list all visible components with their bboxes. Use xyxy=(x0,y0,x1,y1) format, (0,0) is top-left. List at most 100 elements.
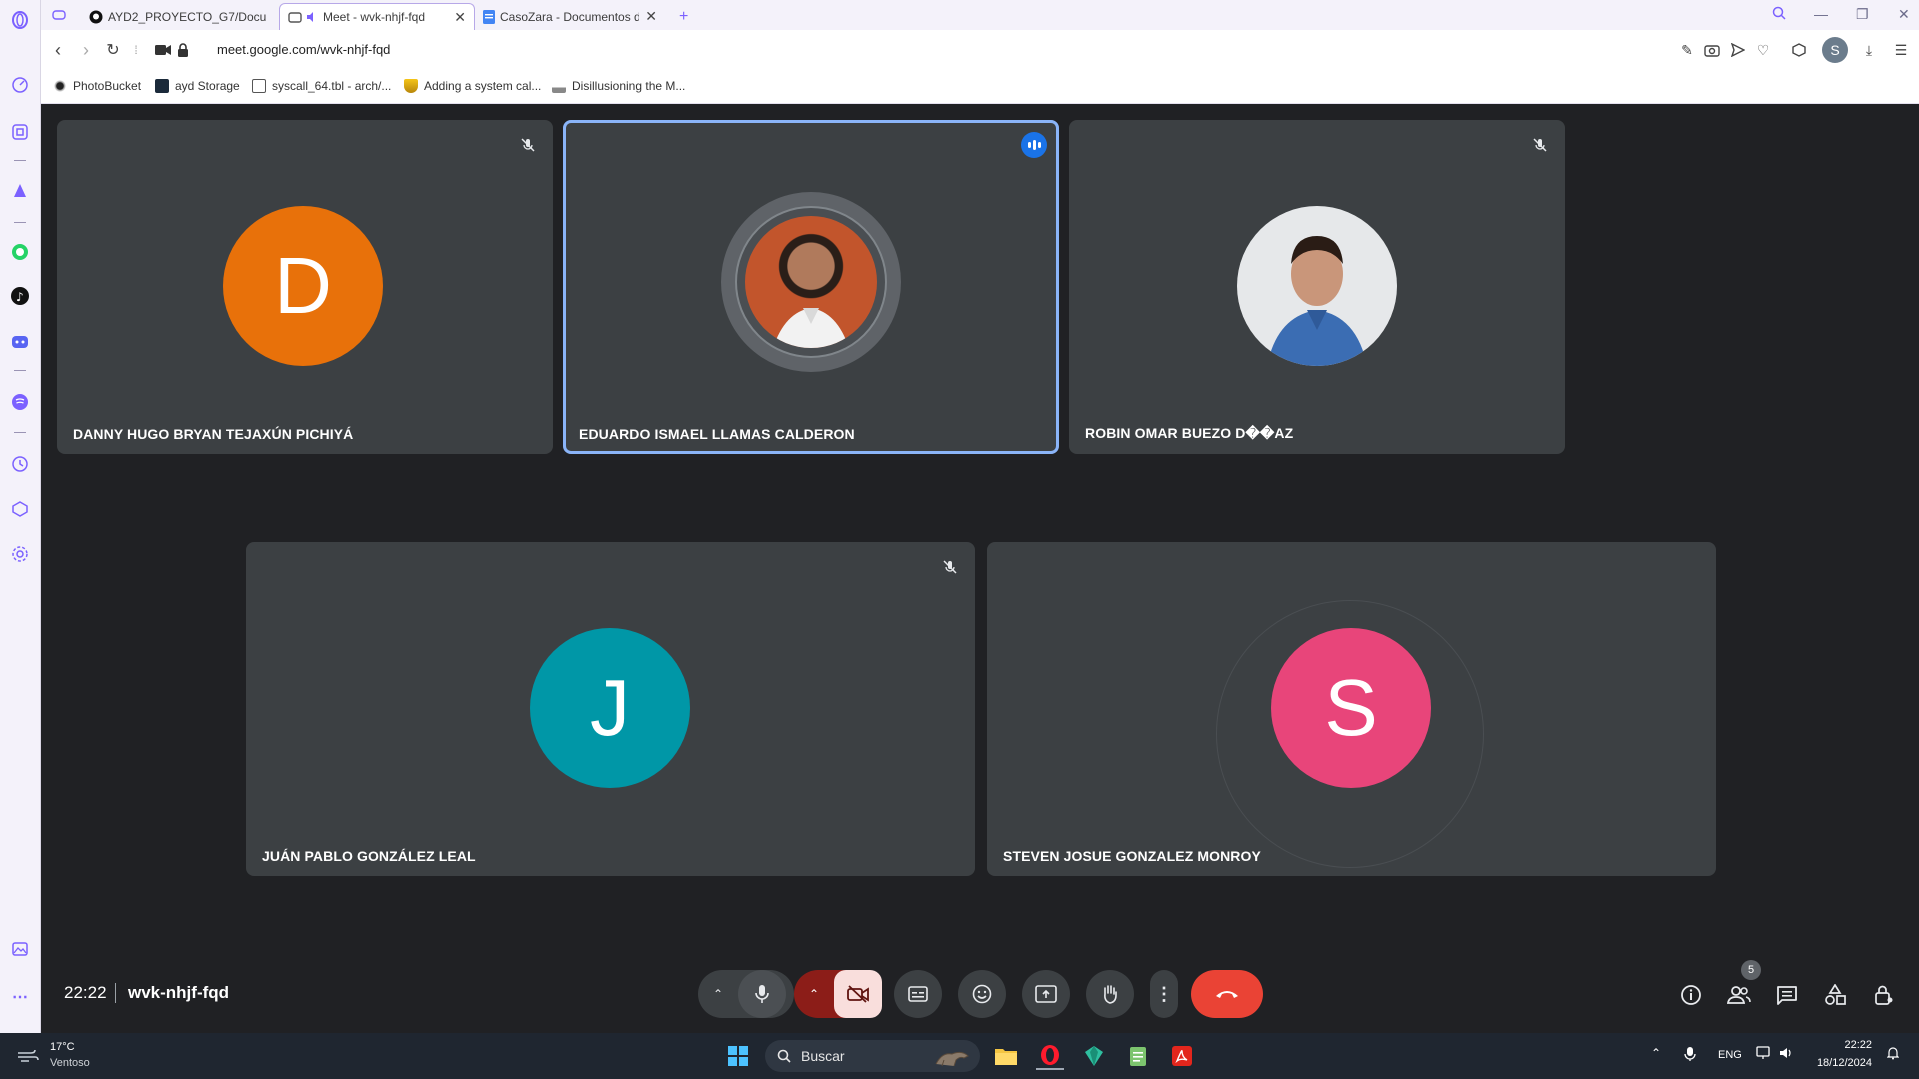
speed-dial-icon[interactable] xyxy=(8,72,32,96)
close-window-icon[interactable]: ✕ xyxy=(1898,6,1910,23)
show-hidden-icons-icon[interactable]: ⌃ xyxy=(1651,1046,1661,1060)
taskbar-search[interactable]: Buscar xyxy=(765,1040,980,1072)
people-icon xyxy=(1727,986,1751,1004)
tab-meet[interactable]: Meet - wvk-nhjf-fqd ✕ xyxy=(279,3,475,30)
lock-person-icon xyxy=(1875,985,1893,1005)
windows-start-icon[interactable] xyxy=(724,1042,752,1070)
volume-icon[interactable] xyxy=(1779,1046,1793,1063)
forward-icon[interactable]: › xyxy=(74,38,98,62)
minimize-icon[interactable]: — xyxy=(1814,6,1828,22)
lock-icon[interactable] xyxy=(171,38,195,62)
close-tab-icon[interactable]: ✕ xyxy=(645,8,657,25)
workspaces-icon[interactable] xyxy=(8,120,32,144)
bookmark-item[interactable]: Adding a system cal... xyxy=(404,76,541,96)
present-screen-button[interactable] xyxy=(1022,970,1070,1018)
camera-off-button[interactable] xyxy=(834,970,882,1018)
app-gem-icon[interactable] xyxy=(1080,1042,1108,1070)
download-icon[interactable]: ⤓ xyxy=(1859,40,1879,60)
people-button[interactable] xyxy=(1723,979,1755,1011)
bookmark-item[interactable]: Disillusioning the M... xyxy=(552,76,685,96)
reactions-button[interactable] xyxy=(958,970,1006,1018)
meeting-code: wvk-nhjf-fqd xyxy=(128,983,230,1002)
heart-icon[interactable]: ♡ xyxy=(1753,40,1773,60)
tiktok-icon[interactable]: ♪ xyxy=(8,284,32,308)
info-icon xyxy=(1681,985,1701,1005)
tab-github[interactable]: AYD2_PROYECTO_G7/Docu ✕ xyxy=(81,3,311,30)
activities-button[interactable] xyxy=(1819,979,1851,1011)
notifications-bell-icon[interactable] xyxy=(1886,1046,1900,1063)
extensions-icon[interactable] xyxy=(8,497,32,521)
bookmark-label: Disillusioning the M... xyxy=(572,79,686,93)
raise-hand-button[interactable] xyxy=(1086,970,1134,1018)
more-options-button[interactable]: ⋮ xyxy=(1150,970,1178,1018)
search-icon xyxy=(777,1049,791,1063)
chat-button[interactable] xyxy=(1771,979,1803,1011)
audio-playing-icon[interactable] xyxy=(306,11,318,23)
participant-tile[interactable]: J JUÁN PABLO GONZÁLEZ LEAL xyxy=(246,542,975,876)
captions-icon xyxy=(908,986,928,1002)
extensions-cube-icon[interactable] xyxy=(1789,40,1809,60)
tab-title: Meet - wvk-nhjf-fqd xyxy=(323,10,426,24)
avatar: J xyxy=(530,628,690,788)
more-options-icon[interactable]: ⋯ xyxy=(8,985,32,1009)
microphone-button[interactable] xyxy=(738,970,786,1018)
leave-call-button[interactable] xyxy=(1191,970,1263,1018)
history-icon[interactable] xyxy=(8,452,32,476)
restore-icon[interactable]: ❐ xyxy=(1856,6,1869,23)
close-tab-icon[interactable]: ✕ xyxy=(454,9,466,26)
whatsapp-icon[interactable] xyxy=(8,240,32,264)
camera-off-icon xyxy=(847,985,869,1003)
bookmark-item[interactable]: PhotoBucket xyxy=(53,76,141,96)
tab-docs[interactable]: CasoZara - Documentos de ✕ xyxy=(475,3,665,30)
avatar: S xyxy=(1271,628,1431,788)
spotify-icon[interactable] xyxy=(8,390,32,414)
captions-button[interactable] xyxy=(894,970,942,1018)
image-gallery-icon[interactable] xyxy=(8,937,32,961)
weather-wind-icon[interactable] xyxy=(14,1042,42,1070)
bookmark-item[interactable]: ayd Storage xyxy=(155,76,240,96)
taskbar-clock-date[interactable]: 18/12/2024 xyxy=(1812,1057,1872,1069)
edit-icon[interactable]: ✎ xyxy=(1677,40,1697,60)
snapshot-icon[interactable] xyxy=(1702,40,1722,60)
weather-condition[interactable]: Ventoso xyxy=(50,1057,90,1069)
google-docs-icon xyxy=(483,9,495,24)
meeting-info-divider xyxy=(115,983,116,1003)
aria-icon[interactable] xyxy=(8,179,32,203)
address-separator: ⁞ xyxy=(134,43,138,57)
file-explorer-icon[interactable] xyxy=(992,1042,1020,1070)
tray-microphone-icon[interactable] xyxy=(1684,1046,1696,1065)
settings-gear-icon[interactable] xyxy=(8,542,32,566)
tab-title: AYD2_PROYECTO_G7/Docu xyxy=(108,9,267,24)
new-tab-button[interactable]: + xyxy=(671,3,699,30)
profile-avatar[interactable]: S xyxy=(1822,37,1848,63)
back-icon[interactable]: ‹ xyxy=(46,38,70,62)
network-icon[interactable] xyxy=(1756,1046,1772,1063)
bookmark-item[interactable]: syscall_64.tbl - arch/... xyxy=(252,76,391,96)
discord-icon[interactable] xyxy=(8,330,32,354)
video-options-chevron-icon[interactable]: ⌃ xyxy=(794,987,834,1001)
taskbar-clock-time[interactable]: 22:22 xyxy=(1812,1039,1872,1051)
url-field[interactable]: meet.google.com/wvk-nhjf-fqd xyxy=(217,42,390,57)
host-controls-button[interactable] xyxy=(1868,979,1900,1011)
participant-tile[interactable]: ROBIN OMAR BUEZO D��AZ xyxy=(1069,120,1565,454)
reload-icon[interactable]: ↻ xyxy=(101,38,125,62)
search-highlight-dinosaur-icon xyxy=(935,1051,969,1067)
send-icon[interactable] xyxy=(1728,40,1748,60)
opera-logo-icon[interactable] xyxy=(8,8,32,32)
participant-tile[interactable]: D DANNY HUGO BRYAN TEJAXÚN PICHIYÁ xyxy=(57,120,553,454)
tab-workspace-icon[interactable] xyxy=(47,3,71,27)
sidebar-divider xyxy=(14,432,26,433)
acrobat-pdf-icon[interactable] xyxy=(1168,1042,1196,1070)
participant-name: ROBIN OMAR BUEZO D��AZ xyxy=(1085,425,1294,441)
opera-taskbar-icon[interactable] xyxy=(1036,1042,1064,1070)
easy-setup-icon[interactable]: ☰ xyxy=(1891,40,1911,60)
notepad-icon[interactable] xyxy=(1124,1042,1152,1070)
audio-options-chevron-icon[interactable]: ⌃ xyxy=(698,987,738,1001)
meeting-details-button[interactable] xyxy=(1675,979,1707,1011)
participant-tile[interactable]: S STEVEN JOSUE GONZALEZ MONROY xyxy=(987,542,1716,876)
windows-taskbar: 17°C Ventoso Buscar ⌃ ENG 22:22 18/12/20… xyxy=(0,1033,1919,1079)
weather-temperature[interactable]: 17°C xyxy=(50,1041,75,1053)
search-tabs-icon[interactable] xyxy=(1772,6,1786,23)
language-indicator[interactable]: ENG xyxy=(1718,1049,1742,1061)
participant-tile-active-speaker[interactable]: EDUARDO ISMAEL LLAMAS CALDERON xyxy=(563,120,1059,454)
